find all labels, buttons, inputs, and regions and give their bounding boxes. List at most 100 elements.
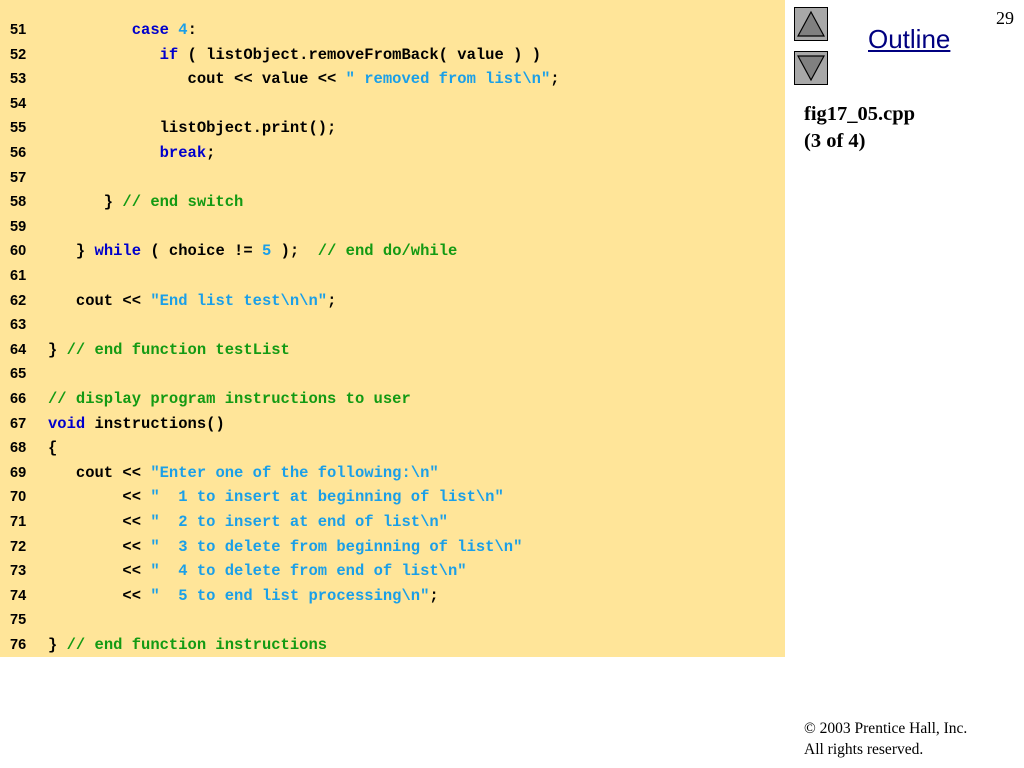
code-listing: 51 case 4: 52 if ( listObject.removeFromB…	[0, 0, 785, 657]
code-line: 61	[0, 264, 785, 289]
code-token: <<	[48, 562, 151, 581]
code-line: 59	[0, 215, 785, 240]
code-line: 73 << " 4 to delete from end of list\n"	[0, 559, 785, 584]
line-code: // display program instructions to user	[48, 387, 411, 412]
line-number: 58	[10, 194, 27, 211]
line-code: } // end switch	[48, 190, 244, 215]
code-line: 55 listObject.print();	[0, 116, 785, 141]
line-number: 64	[10, 341, 27, 358]
line-code: << " 3 to delete from beginning of list\…	[48, 535, 522, 560]
code-token: " 3 to delete from beginning of list\n"	[150, 537, 523, 556]
line-code: << " 1 to insert at beginning of list\n"	[48, 485, 504, 510]
line-code: << " 4 to delete from end of list\n"	[48, 559, 467, 584]
code-token: <<	[48, 488, 151, 507]
code-line: 66 // display program instructions to use…	[0, 387, 785, 412]
line-number: 76	[10, 637, 27, 653]
code-token: 4	[178, 21, 188, 39]
code-token: " 2 to insert at end of list\n"	[150, 513, 448, 531]
code-token: ( choice !=	[141, 242, 262, 261]
code-token: }	[48, 340, 67, 359]
copyright-notice: © 2003 Prentice Hall, Inc. All rights re…	[804, 718, 967, 760]
code-line: 64 } // end function testList	[0, 338, 785, 363]
code-token: void	[48, 414, 86, 433]
code-line: 67 void instructions()	[0, 412, 785, 437]
line-number: 75	[10, 612, 27, 629]
line-number: 57	[10, 169, 27, 186]
line-number: 73	[10, 563, 27, 580]
line-code: } // end function testList	[48, 338, 290, 363]
code-token: );	[271, 242, 318, 261]
figure-caption: fig17_05.cpp (3 of 4)	[804, 101, 915, 155]
code-token: {	[48, 439, 58, 458]
code-line: 76} // end function instructions	[0, 633, 785, 658]
code-line: 71 << " 2 to insert at end of list\n"	[0, 510, 785, 535]
code-token: // display program instructions to user	[48, 390, 411, 408]
code-line: 69 cout << "Enter one of the following:\…	[0, 461, 785, 486]
code-token: " 5 to end list processing\n"	[150, 586, 430, 605]
code-token: }	[48, 193, 123, 212]
code-line: 60 } while ( choice != 5 ); // end do/wh…	[0, 239, 785, 264]
line-number: 71	[10, 514, 27, 530]
code-token: cout << value <<	[48, 70, 346, 89]
code-token: 5	[261, 242, 272, 261]
code-token: // end function instructions	[66, 636, 328, 654]
code-token: }	[48, 636, 67, 654]
code-token: <<	[48, 537, 151, 556]
line-number: 59	[10, 218, 27, 235]
next-slide-button[interactable]	[794, 51, 828, 85]
line-code: case 4:	[48, 18, 197, 43]
line-number: 61	[10, 268, 27, 284]
copyright-line: © 2003 Prentice Hall, Inc.	[804, 720, 968, 737]
code-line: 75	[0, 608, 785, 633]
line-number: 74	[10, 587, 27, 604]
line-number: 52	[10, 46, 27, 63]
line-number: 66	[10, 391, 27, 407]
code-line: 56 break;	[0, 141, 785, 166]
line-code: } // end function instructions	[48, 633, 327, 658]
code-token: cout <<	[48, 463, 151, 482]
line-code: {	[48, 436, 57, 461]
outline-link[interactable]: Outline	[868, 24, 950, 55]
code-line: 65	[0, 362, 785, 387]
code-token: <<	[48, 586, 151, 605]
code-token: // end switch	[122, 193, 244, 212]
line-code: } while ( choice != 5 ); // end do/while	[48, 239, 457, 264]
line-number: 54	[10, 95, 27, 112]
line-code: << " 5 to end list processing\n";	[48, 584, 439, 609]
code-line: 51 case 4:	[0, 18, 785, 43]
code-line: 62 cout << "End list test\n\n";	[0, 289, 785, 314]
line-number: 69	[10, 464, 27, 481]
code-token: cout <<	[48, 291, 151, 310]
code-token: " 1 to insert at beginning of list\n"	[150, 488, 504, 507]
code-token: " removed from list\n"	[345, 70, 551, 89]
line-number: 65	[10, 366, 27, 383]
figure-part: (3 of 4)	[804, 130, 866, 152]
line-number: 67	[10, 415, 27, 432]
code-token: "End list test\n\n"	[150, 291, 328, 310]
code-token: "Enter one of the following:\n"	[150, 463, 439, 482]
code-token: if	[159, 45, 179, 64]
code-token: ;	[429, 586, 439, 605]
line-number: 51	[10, 22, 27, 38]
line-number: 63	[10, 317, 27, 334]
code-line: 68 {	[0, 436, 785, 461]
previous-slide-button[interactable]	[794, 7, 828, 41]
code-line: 53 cout << value << " removed from list\…	[0, 67, 785, 92]
code-token: case	[131, 21, 169, 39]
line-code: if ( listObject.removeFromBack( value ) …	[48, 43, 541, 68]
line-number: 72	[10, 538, 27, 555]
code-token: // end do/while	[317, 242, 458, 261]
code-token: " 4 to delete from end of list\n"	[150, 562, 467, 581]
code-line: 57	[0, 166, 785, 191]
code-line: 72 << " 3 to delete from beginning of li…	[0, 535, 785, 560]
code-token: instructions()	[85, 414, 225, 433]
code-line: 63	[0, 313, 785, 338]
code-token: while	[94, 242, 142, 261]
line-number: 60	[10, 243, 27, 260]
code-line: 70 << " 1 to insert at beginning of list…	[0, 485, 785, 510]
line-code: cout << value << " removed from list\n";	[48, 67, 560, 92]
code-token: listObject.print();	[48, 119, 337, 138]
figure-filename: fig17_05.cpp	[804, 103, 916, 125]
